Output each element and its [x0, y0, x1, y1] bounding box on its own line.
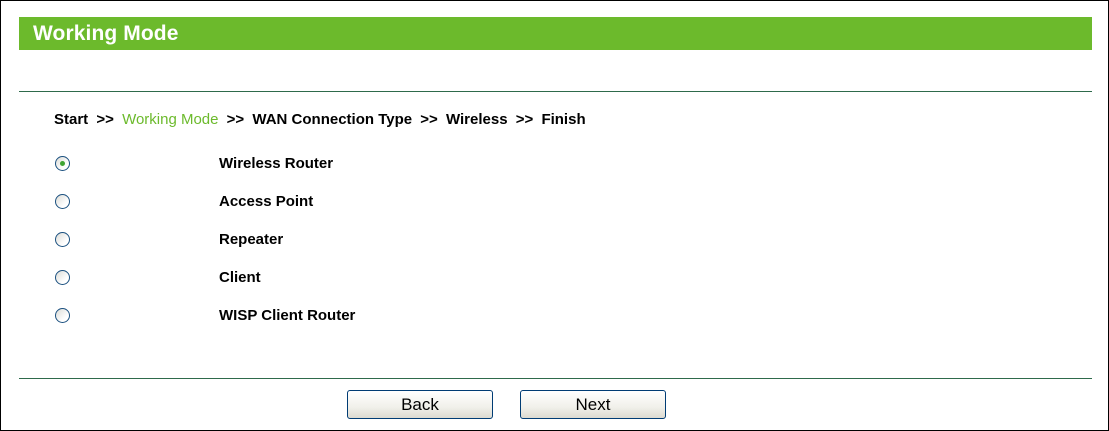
next-button[interactable]: Next — [520, 390, 666, 419]
header-bar: Working Mode — [19, 17, 1092, 50]
radio-wisp-client-router[interactable] — [55, 307, 70, 323]
mode-label-repeater: Repeater — [219, 230, 284, 248]
breadcrumb-step-start: Start — [54, 111, 89, 128]
mode-option-wireless-router: Wireless Router — [53, 152, 653, 174]
breadcrumb-step-wireless: Wireless — [445, 111, 508, 128]
working-mode-panel: Working Mode Start >> Working Mode >> WA… — [0, 0, 1109, 431]
breadcrumb-step-wan-connection-type: WAN Connection Type — [252, 111, 413, 128]
back-button[interactable]: Back — [347, 390, 493, 419]
top-divider — [19, 91, 1092, 92]
radio-repeater[interactable] — [55, 231, 70, 247]
breadcrumb-separator: >> — [515, 111, 534, 128]
mode-label-wisp-client-router: WISP Client Router — [219, 306, 356, 324]
breadcrumb: Start >> Working Mode >> WAN Connection … — [54, 111, 586, 128]
mode-option-repeater: Repeater — [53, 228, 653, 250]
mode-option-client: Client — [53, 266, 653, 288]
mode-option-wisp-client-router: WISP Client Router — [53, 304, 653, 326]
breadcrumb-separator: >> — [226, 111, 245, 128]
radio-access-point[interactable] — [55, 193, 70, 209]
breadcrumb-separator: >> — [96, 111, 114, 128]
mode-label-wireless-router: Wireless Router — [219, 154, 334, 172]
radio-client[interactable] — [55, 269, 70, 285]
mode-label-client: Client — [219, 268, 261, 286]
breadcrumb-step-finish: Finish — [541, 111, 586, 128]
breadcrumb-separator: >> — [420, 111, 438, 128]
bottom-divider — [19, 378, 1092, 379]
radio-wireless-router[interactable] — [55, 155, 70, 171]
mode-option-access-point: Access Point — [53, 190, 653, 212]
page-title: Working Mode — [33, 21, 179, 45]
breadcrumb-step-working-mode: Working Mode — [122, 111, 219, 128]
mode-label-access-point: Access Point — [219, 192, 314, 210]
